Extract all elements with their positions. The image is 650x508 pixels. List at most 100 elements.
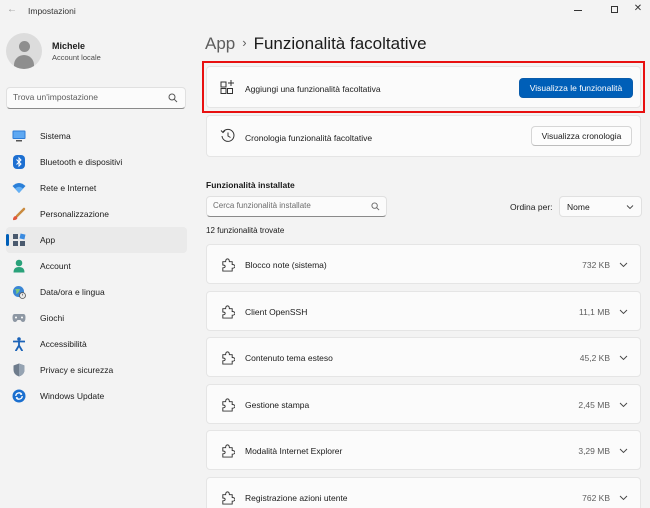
page-title: Funzionalità facoltative [253,34,427,53]
minimize-icon [574,9,582,11]
sidebar-item-label: Privacy e sicurezza [40,365,114,375]
feature-row[interactable]: Registrazione azioni utente 762 KB [206,476,641,508]
feature-name: Client OpenSSH [245,306,308,317]
feature-name: Modalità Internet Explorer [245,446,343,456]
avatar[interactable] [6,33,42,69]
sort-dropdown[interactable]: Nome [559,196,642,217]
sidebar-item-personalizzazione[interactable]: Personalizzazione [6,201,187,227]
sidebar-item-accessibilita[interactable]: Accessibilità [6,331,187,357]
sidebar-item-label: Personalizzazione [40,209,109,219]
update-icon [12,389,26,403]
accessibility-icon [12,337,26,351]
history-card: Cronologia funzionalità facoltative Visu… [206,115,641,157]
installed-features-title: Funzionalità installate [206,180,295,190]
user-name: Michele [52,41,86,51]
chevron-down-icon[interactable] [619,493,628,502]
sidebar-item-label: Sistema [40,131,71,141]
feature-list: Blocco note (sistema) 732 KB Client Open… [206,244,641,508]
puzzle-icon [222,397,235,412]
sidebar-item-account[interactable]: Account [6,253,187,279]
person-icon [12,259,26,273]
maximize-icon [610,5,618,13]
sidebar-item-label: Giochi [40,313,65,323]
chevron-down-icon[interactable] [619,353,628,362]
highlight-box [202,61,645,113]
feature-name: Gestione stampa [245,399,310,410]
sidebar-item-giochi[interactable]: Giochi [6,305,187,331]
chevron-down-icon[interactable] [619,446,628,455]
window-title: Impostazioni [28,6,76,16]
sidebar-item-label: App [40,235,56,245]
feature-row[interactable]: Contenuto tema esteso 45,2 KB [206,337,641,377]
sidebar: Michele Account locale Sistema Bluetooth… [0,22,196,508]
chevron-down-icon [626,205,634,210]
chevron-down-icon[interactable] [619,400,628,409]
feature-size: 762 KB [582,492,610,503]
feature-size: 732 KB [582,260,610,270]
puzzle-icon [222,490,235,505]
bluetooth-icon [12,155,26,169]
chevron-down-icon[interactable] [619,260,628,269]
avatar-body [14,55,34,69]
sidebar-item-label: Accessibilità [40,339,87,349]
sidebar-item-sistema[interactable]: Sistema [6,123,187,149]
view-history-button[interactable]: Visualizza cronologia [531,126,632,146]
feature-row[interactable]: Blocco note (sistema) 732 KB [206,244,641,284]
sidebar-item-data-ora[interactable]: Data/ora e lingua [6,279,187,305]
globe-clock-icon [12,285,26,299]
sidebar-item-label: Rete e Internet [40,183,97,193]
feature-row[interactable]: Modalità Internet Explorer 3,29 MB [206,430,641,470]
feature-name: Blocco note (sistema) [245,260,327,270]
feature-size: 11,1 MB [578,306,610,317]
sidebar-item-privacy[interactable]: Privacy e sicurezza [6,357,187,383]
search-icon [371,202,380,211]
sidebar-item-bluetooth[interactable]: Bluetooth e dispositivi [6,149,187,175]
sidebar-item-app[interactable]: App [6,227,187,253]
settings-search-box[interactable] [6,87,186,109]
installed-search-box[interactable] [206,196,387,217]
minimize-button[interactable] [560,0,596,18]
close-button[interactable]: ✕ [626,0,650,18]
sidebar-item-label: Account [40,261,71,271]
puzzle-icon [222,258,235,272]
monitor-icon [12,129,26,143]
breadcrumb-separator: › [242,35,247,50]
feature-size: 3,29 MB [578,446,610,456]
avatar-head [19,41,30,52]
title-bar: ← Impostazioni ✕ [0,0,650,22]
breadcrumb: App › Funzionalità facoltative [205,34,427,54]
sidebar-item-label: Windows Update [40,391,105,401]
chevron-down-icon[interactable] [619,307,628,316]
shield-icon [12,363,26,377]
puzzle-icon [222,444,235,458]
installed-search-input[interactable] [213,201,363,210]
account-type: Account locale [52,53,101,62]
gamepad-icon [12,311,26,325]
close-icon: ✕ [633,3,643,14]
breadcrumb-parent-app[interactable]: App [205,34,235,53]
feature-row[interactable]: Client OpenSSH 11,1 MB [206,290,641,331]
wifi-icon [12,181,26,195]
feature-name: Contenuto tema esteso [245,353,333,363]
apps-icon [12,233,26,247]
features-count: 12 funzionalità trovate [206,226,285,235]
search-icon [168,93,178,103]
feature-size: 45,2 KB [579,353,610,363]
back-arrow-icon[interactable]: ← [7,4,17,15]
sidebar-item-label: Bluetooth e dispositivi [40,157,123,167]
brush-icon [12,207,26,221]
sidebar-item-windows-update[interactable]: Windows Update [6,383,187,409]
feature-row[interactable]: Gestione stampa 2,45 MB [206,383,641,424]
puzzle-icon [222,351,235,365]
main-content: App › Funzionalità facoltative Aggiungi un… [196,22,650,508]
sort-label: Ordina per: [510,202,553,212]
feature-name: Registrazione azioni utente [245,492,348,503]
puzzle-icon [222,304,235,319]
sidebar-item-rete[interactable]: Rete e Internet [6,175,187,201]
sort-value: Nome [567,202,590,212]
settings-search-input[interactable] [13,92,163,102]
history-icon [220,128,235,142]
sidebar-nav: Sistema Bluetooth e dispositivi Rete e I… [6,123,187,409]
sidebar-item-label: Data/ora e lingua [40,287,105,297]
feature-size: 2,45 MB [578,399,610,410]
